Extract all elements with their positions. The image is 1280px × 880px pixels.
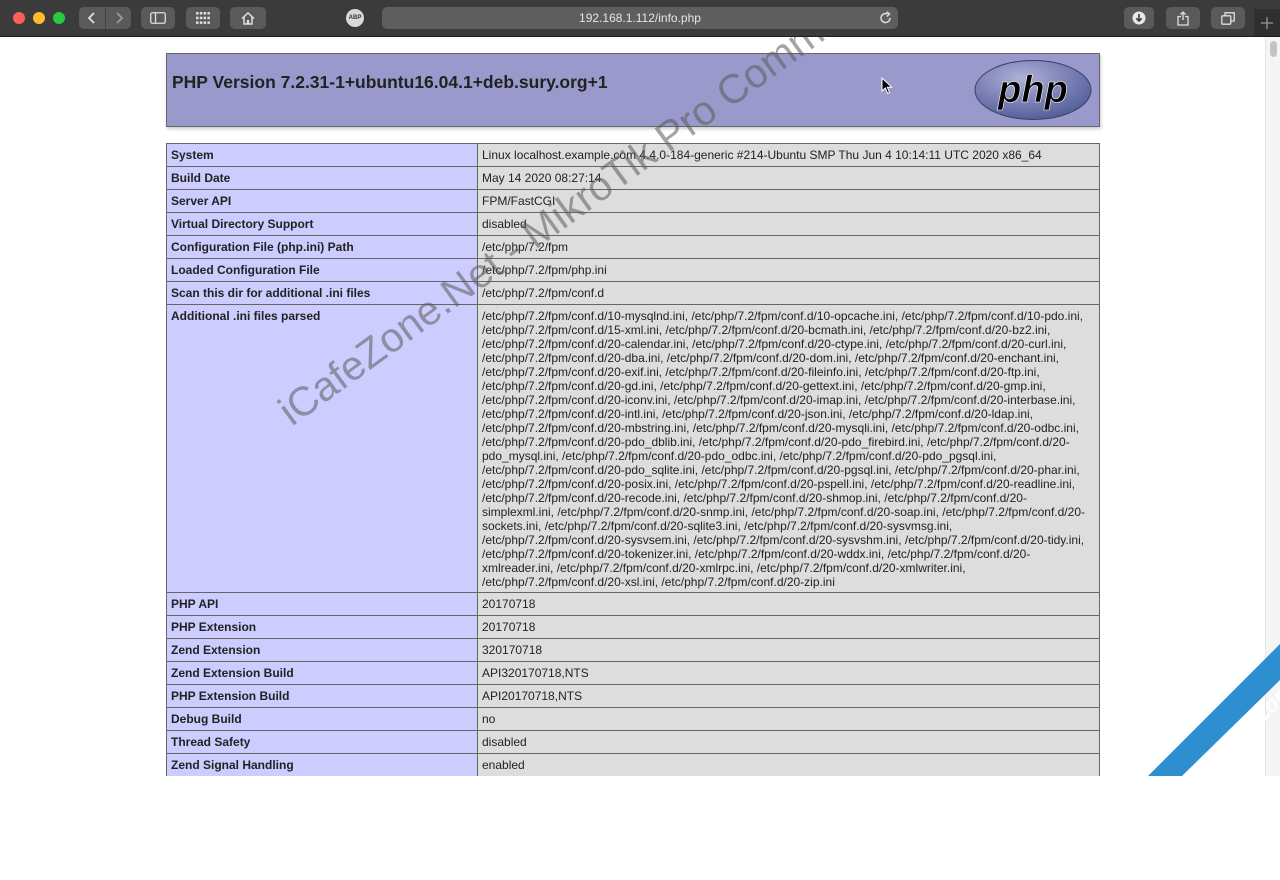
table-row: Loaded Configuration File/etc/php/7.2/fp… xyxy=(166,258,1100,282)
row-key: Build Date xyxy=(166,166,478,190)
close-window-button[interactable] xyxy=(13,12,25,24)
table-row: Additional .ini files parsed/etc/php/7.2… xyxy=(166,304,1100,593)
row-key: Debug Build xyxy=(166,707,478,731)
table-row: Debug Build no xyxy=(166,707,1100,731)
reload-icon[interactable] xyxy=(879,11,892,25)
back-button[interactable] xyxy=(79,7,105,29)
row-value: /etc/php/7.2/fpm xyxy=(477,235,1100,259)
row-key: Configuration File (php.ini) Path xyxy=(166,235,478,259)
table-row: Scan this dir for additional .ini files /… xyxy=(166,281,1100,305)
home-button[interactable] xyxy=(230,7,266,29)
row-value: API20170718,NTS xyxy=(477,684,1100,708)
row-key: Zend Signal Handling xyxy=(166,753,478,776)
browser-toolbar: ABP 192.168.1.112/info.php xyxy=(0,0,1280,37)
svg-text:php: php xyxy=(997,69,1068,111)
table-row: Zend Extension 320170718 xyxy=(166,638,1100,662)
row-key: PHP Extension Build xyxy=(166,684,478,708)
tabs-icon xyxy=(1221,11,1235,25)
row-value: 320170718 xyxy=(477,638,1100,662)
table-row: PHP Extension Build API20170718,NTS xyxy=(166,684,1100,708)
forward-button[interactable] xyxy=(105,7,131,29)
row-value: API320170718,NTS xyxy=(477,661,1100,685)
table-row: Server API FPM/FastCGI xyxy=(166,189,1100,213)
page-title: PHP Version 7.2.31-1+ubuntu16.04.1+deb.s… xyxy=(172,72,608,92)
new-tab-button[interactable] xyxy=(1254,9,1280,36)
row-key: Virtual Directory Support xyxy=(166,212,478,236)
row-key: Scan this dir for additional .ini files xyxy=(166,281,478,305)
row-value: /etc/php/7.2/fpm/conf.d xyxy=(477,281,1100,305)
row-key: Thread Safety xyxy=(166,730,478,754)
table-row: PHP Extension 20170718 xyxy=(166,615,1100,639)
scrollbar-thumb[interactable] xyxy=(1270,41,1277,57)
home-icon xyxy=(241,11,255,25)
table-row: Configuration File (php.ini) Path/etc/ph… xyxy=(166,235,1100,259)
download-icon xyxy=(1132,11,1146,25)
row-key: Zend Extension xyxy=(166,638,478,662)
table-row: PHP API 20170718 xyxy=(166,592,1100,616)
minimize-window-button[interactable] xyxy=(33,12,45,24)
tab-overview-button[interactable] xyxy=(1211,7,1245,29)
table-row: Virtual Directory Support disabled xyxy=(166,212,1100,236)
share-icon xyxy=(1177,10,1189,26)
address-bar[interactable]: 192.168.1.112/info.php xyxy=(382,7,898,29)
row-value: disabled xyxy=(477,212,1100,236)
row-value: 20170718 xyxy=(477,592,1100,616)
row-key: Loaded Configuration File xyxy=(166,258,478,282)
chevron-right-icon xyxy=(116,12,124,24)
row-value: disabled xyxy=(477,730,1100,754)
row-key: Additional .ini files parsed xyxy=(166,304,478,593)
vertical-scrollbar[interactable] xyxy=(1265,37,1280,776)
row-value: May 14 2020 08:27:14 xyxy=(477,166,1100,190)
plus-icon xyxy=(1261,16,1273,29)
row-key: PHP Extension xyxy=(166,615,478,639)
row-key: Server API xyxy=(166,189,478,213)
row-value: /etc/php/7.2/fpm/php.ini xyxy=(477,258,1100,282)
mouse-cursor-icon xyxy=(881,77,893,95)
downloads-button[interactable] xyxy=(1124,7,1154,29)
php-info-table: System Linux localhost.example.com 4.4.0-… xyxy=(166,143,1100,776)
table-row: Zend Extension Build API320170718,NTS xyxy=(166,661,1100,685)
row-key: Zend Extension Build xyxy=(166,661,478,685)
table-row: System Linux localhost.example.com 4.4.0-… xyxy=(166,143,1100,167)
row-value: /etc/php/7.2/fpm/conf.d/10-mysqlnd.ini, … xyxy=(477,304,1100,593)
share-button[interactable] xyxy=(1166,7,1200,29)
row-value: enabled xyxy=(477,753,1100,776)
sidebar-icon xyxy=(150,12,166,24)
grid-icon xyxy=(196,12,210,24)
php-logo[interactable]: php xyxy=(973,59,1093,121)
table-row: Thread Safety disabled xyxy=(166,730,1100,754)
adblock-icon[interactable]: ABP xyxy=(346,9,364,27)
navigation-buttons xyxy=(79,7,131,29)
chevron-left-icon xyxy=(87,12,95,24)
table-row: Zend Signal Handling enabled xyxy=(166,753,1100,776)
row-key: System xyxy=(166,143,478,167)
top-sites-button[interactable] xyxy=(186,7,220,29)
php-version-header: PHP Version 7.2.31-1+ubuntu16.04.1+deb.s… xyxy=(166,53,1100,127)
row-key: PHP API xyxy=(166,592,478,616)
row-value: FPM/FastCGI xyxy=(477,189,1100,213)
row-value: Linux localhost.example.com 4.4.0-184-ge… xyxy=(477,143,1100,167)
row-value: no xyxy=(477,707,1100,731)
sidebar-toggle-button[interactable] xyxy=(141,7,175,29)
zoom-window-button[interactable] xyxy=(53,12,65,24)
page-content: PHP Version 7.2.31-1+ubuntu16.04.1+deb.s… xyxy=(0,37,1265,776)
url-text: 192.168.1.112/info.php xyxy=(579,11,701,25)
table-row: Build Date May 14 2020 08:27:14 xyxy=(166,166,1100,190)
row-value: 20170718 xyxy=(477,615,1100,639)
